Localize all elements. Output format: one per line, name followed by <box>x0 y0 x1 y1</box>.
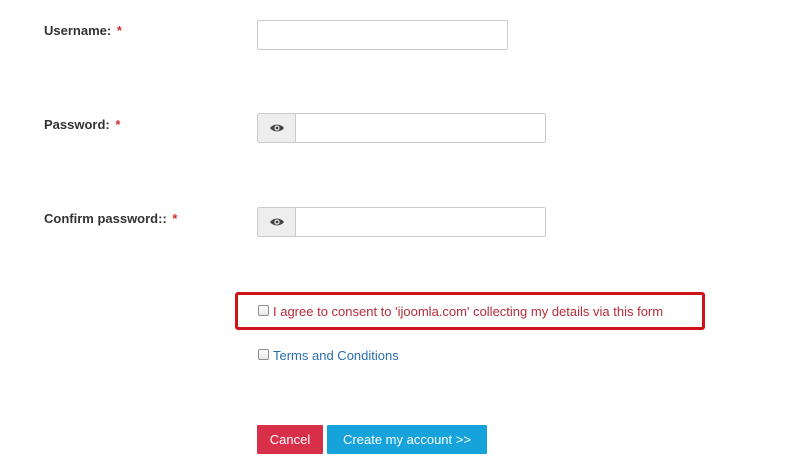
password-input[interactable] <box>296 114 545 142</box>
username-label-text: Username: <box>44 23 112 38</box>
required-marker: * <box>115 117 121 132</box>
eye-icon <box>269 218 284 226</box>
terms-checkbox[interactable] <box>258 349 269 360</box>
password-visibility-toggle[interactable] <box>258 114 296 142</box>
confirm-password-visibility-toggle[interactable] <box>258 208 296 236</box>
confirm-password-input[interactable] <box>296 208 545 236</box>
username-label: Username: * <box>44 23 122 38</box>
registration-form: Username: * Password: * Confirm password… <box>0 0 800 470</box>
password-label: Password: * <box>44 117 120 132</box>
consent-label: I agree to consent to 'ijoomla.com' coll… <box>273 304 664 319</box>
required-marker: * <box>172 211 178 226</box>
password-label-text: Password: <box>44 117 110 132</box>
eye-icon <box>269 124 284 132</box>
password-input-group <box>257 113 546 143</box>
required-marker: * <box>116 23 122 38</box>
consent-checkbox[interactable] <box>258 305 269 316</box>
terms-and-conditions-link[interactable]: Terms and Conditions <box>273 348 399 363</box>
confirm-password-input-group <box>257 207 546 237</box>
cancel-button[interactable]: Cancel <box>257 425 323 454</box>
confirm-password-label: Confirm password:: * <box>44 211 177 226</box>
confirm-password-label-text: Confirm password:: <box>44 211 167 226</box>
username-input[interactable] <box>257 20 508 50</box>
create-account-button[interactable]: Create my account >> <box>327 425 487 454</box>
